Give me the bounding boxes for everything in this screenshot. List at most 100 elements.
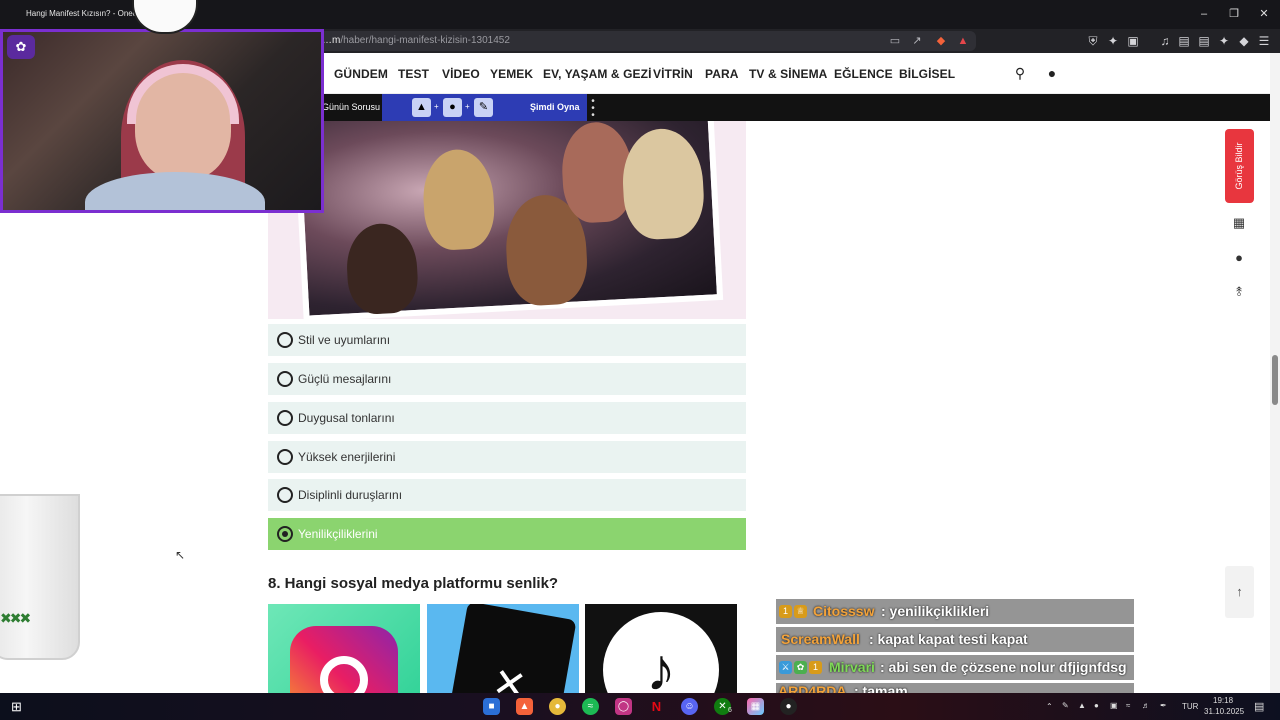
quiz-option[interactable]: Yüksek enerjilerini: [268, 441, 746, 473]
quiz-option[interactable]: Güçlü mesajlarını: [268, 363, 746, 395]
vpn-icon[interactable]: ◆: [1236, 33, 1252, 49]
question-of-day-link[interactable]: Günün Sorusu: [322, 102, 380, 112]
sword-icon: ⚔: [779, 661, 792, 674]
quiz-option[interactable]: Disiplinli duruşlarını: [268, 479, 746, 511]
volume-icon[interactable]: ♬: [1142, 701, 1150, 710]
chat-username: ScreamWall: [781, 631, 860, 647]
feedback-label: Görüş Bildir: [1234, 142, 1244, 190]
radio-icon: [277, 410, 293, 426]
nav-gundem[interactable]: GÜNDEM: [334, 67, 388, 81]
badge-icon: 1: [779, 605, 792, 618]
user-icon[interactable]: ●: [1044, 65, 1060, 81]
bookmark-icon[interactable]: ▦: [1229, 213, 1249, 233]
chat-text: : kapat kapat testi kapat: [869, 631, 1028, 647]
share-icon[interactable]: ⥉: [1229, 282, 1249, 302]
clock-time[interactable]: 19:18: [1213, 696, 1233, 705]
menu-icon[interactable]: ☰: [1256, 33, 1272, 49]
answer-image-x[interactable]: ✕: [427, 604, 579, 694]
plus-icon: +: [465, 102, 470, 111]
obs-icon[interactable]: ●: [780, 698, 797, 715]
screen: Hangi Manifest Kızısın? - Onedio – ❐ ✕ ……: [0, 0, 1280, 720]
chrome-icon[interactable]: ●: [549, 698, 566, 715]
address-bar[interactable]: …m/haber/hangi-manifest-kizisin-1301452 …: [300, 31, 976, 51]
brave-shields-icon[interactable]: ◆: [934, 34, 948, 48]
comments-icon[interactable]: ●: [1229, 248, 1249, 268]
nav-bilgisel[interactable]: BİLGİSEL: [899, 67, 955, 81]
radio-icon: [277, 332, 293, 348]
arrow-up-icon: ↑: [1236, 584, 1243, 599]
clock-date[interactable]: 31.10.2025: [1204, 707, 1244, 716]
url-text: …m/haber/hangi-manifest-kizisin-1301452: [322, 35, 510, 46]
nav-vitrin[interactable]: VİTRİN: [653, 67, 693, 81]
feedback-button[interactable]: Görüş Bildir: [1225, 129, 1254, 203]
nav-eglence[interactable]: EĞLENCE: [834, 67, 893, 81]
netflix-icon[interactable]: N: [648, 698, 665, 715]
teams-icon[interactable]: ■: [483, 698, 500, 715]
instagram-icon[interactable]: ◯: [615, 698, 632, 715]
cast-icon[interactable]: ▭: [888, 34, 902, 48]
quiz-option-label: Yüksek enerjilerini: [298, 450, 396, 464]
mic-icon[interactable]: ●: [1094, 701, 1099, 710]
more-dots-icon[interactable]: • • •: [589, 97, 597, 121]
brave-rewards-icon[interactable]: ▲: [956, 34, 970, 48]
notifications-icon[interactable]: ▤: [1254, 700, 1264, 713]
quiz-option-label: Güçlü mesajlarını: [298, 372, 392, 386]
tray-chevron-icon[interactable]: ⌃: [1046, 702, 1053, 711]
nav-para[interactable]: PARA: [705, 67, 739, 81]
network-icon[interactable]: ▲: [1078, 701, 1086, 710]
scrollbar-thumb[interactable]: [1272, 355, 1278, 405]
close-icon[interactable]: ✕: [1256, 6, 1272, 22]
shield-icon[interactable]: ⛨: [1085, 33, 1101, 49]
chat-message: ScreamWall : kapat kapat testi kapat: [776, 627, 1134, 652]
tab-title[interactable]: Hangi Manifest Kızısın? - Onedio: [26, 9, 143, 18]
clover-icon: ✖✖✖: [0, 610, 31, 626]
music-icon[interactable]: ♫: [1157, 33, 1173, 49]
sidebar-icon[interactable]: ▣: [1125, 33, 1141, 49]
quiz-option-label: Stil ve uyumlarını: [298, 333, 391, 347]
discord-icon[interactable]: ☺: [681, 698, 698, 715]
pen-settings-icon[interactable]: ✒: [1160, 701, 1167, 710]
quiz-option[interactable]: Stil ve uyumlarını: [268, 324, 746, 356]
nav-tv-sinema[interactable]: TV & SİNEMA: [749, 67, 827, 81]
chat-text: : abi sen de çözsene nolur dfjignfdsg: [880, 659, 1127, 675]
nav-video[interactable]: VİDEO: [442, 67, 480, 81]
wifi-icon[interactable]: ≈: [1126, 701, 1130, 710]
search-icon[interactable]: ⚲: [1012, 65, 1028, 81]
radio-icon: [277, 449, 293, 465]
scroll-to-top-button[interactable]: ↑: [1225, 566, 1254, 618]
quiz-option[interactable]: Duygusal tonlarını: [268, 402, 746, 434]
restore-icon[interactable]: ❐: [1226, 6, 1242, 22]
minimize-icon[interactable]: –: [1196, 6, 1212, 22]
bell-icon: ▲: [412, 98, 431, 117]
chat-text: : tamam: [854, 683, 908, 693]
quiz-option-selected[interactable]: Yenilikçiliklerini: [268, 518, 746, 550]
language-indicator[interactable]: TUR: [1182, 702, 1198, 711]
page-scrollbar[interactable]: [1270, 53, 1280, 693]
pen-icon[interactable]: ✎: [1062, 701, 1069, 710]
nav-ev-yasam-gezi[interactable]: EV, YAŞAM & GEZİ: [543, 67, 652, 81]
display-icon[interactable]: ▣: [1110, 701, 1118, 710]
game-strip[interactable]: ▲ + ● + ✎ Şimdi Oyna: [382, 94, 587, 121]
brave-icon[interactable]: ▲: [516, 698, 533, 715]
tiktok-icon: ♪: [603, 612, 719, 694]
reader-icon[interactable]: ▤: [1176, 33, 1192, 49]
answer-image-tiktok[interactable]: ♪: [585, 604, 737, 694]
spotify-icon[interactable]: ≈: [582, 698, 599, 715]
photos-icon[interactable]: ▦: [747, 698, 764, 715]
chat-username: Citosssw: [813, 603, 875, 619]
leo-ai-icon[interactable]: ✦: [1216, 33, 1232, 49]
wallet-icon[interactable]: ▤: [1196, 33, 1212, 49]
play-now-button[interactable]: Şimdi Oyna: [530, 102, 580, 112]
share-page-icon[interactable]: ↗: [910, 34, 924, 48]
quiz-question-image: [268, 121, 746, 319]
answer-image-instagram[interactable]: [268, 604, 420, 694]
quiz-option-label: Yenilikçiliklerini: [298, 527, 378, 541]
xbox-badge: 6: [728, 707, 732, 714]
nav-yemek[interactable]: YEMEK: [490, 67, 533, 81]
nav-test[interactable]: TEST: [398, 67, 429, 81]
windows-start-icon[interactable]: ⊞: [8, 698, 25, 715]
glass-sticker: ✖✖✖: [0, 494, 80, 660]
chat-message: ARD4RDA : tamam: [776, 683, 1134, 693]
extensions-icon[interactable]: ✦: [1105, 33, 1121, 49]
radio-selected-icon: [277, 526, 293, 542]
